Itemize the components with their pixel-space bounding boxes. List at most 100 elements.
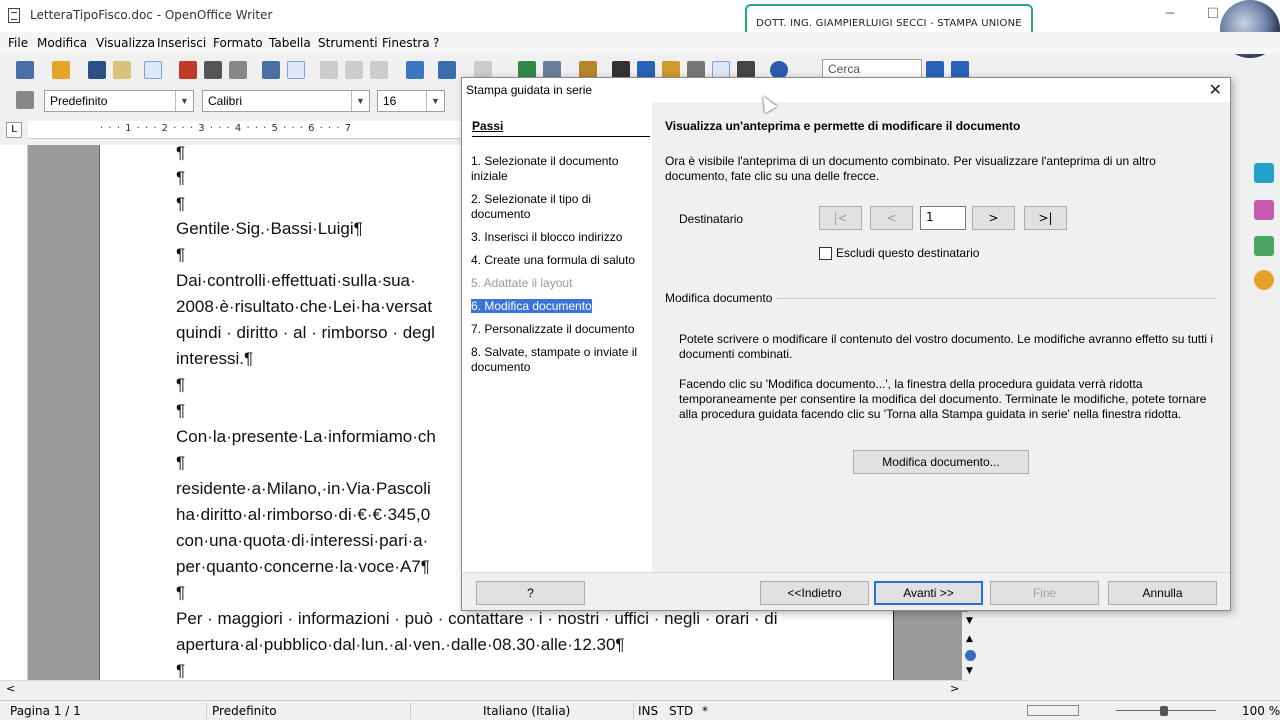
gallery-sidebar-icon[interactable]	[1254, 236, 1274, 256]
spellcheck-icon[interactable]	[262, 61, 280, 79]
page-style[interactable]: Predefinito	[212, 704, 277, 718]
step-1[interactable]: 1. Selezionate il documento iniziale	[471, 154, 647, 184]
paste-icon[interactable]	[370, 61, 388, 79]
edit-document-button[interactable]: Modifica documento...	[853, 450, 1029, 474]
export-pdf-icon[interactable]	[179, 61, 197, 79]
selection-mode[interactable]: STD	[669, 704, 693, 718]
finish-button[interactable]: Fine	[990, 581, 1099, 605]
vertical-ruler[interactable]	[0, 145, 28, 680]
document-line[interactable]: con·una·quota·di·interessi·pari·a·	[176, 531, 428, 551]
document-line[interactable]: ¶	[176, 194, 185, 214]
document-line[interactable]: ¶	[176, 245, 185, 265]
menu-tabella[interactable]: Tabella	[269, 36, 311, 50]
document-line[interactable]: Gentile·Sig.·Bassi·Luigi¶	[176, 219, 363, 239]
zoom-slider-thumb[interactable]	[1160, 706, 1168, 716]
help-button[interactable]: ?	[476, 581, 585, 605]
print-icon[interactable]	[204, 61, 222, 79]
menu-formato[interactable]: Formato	[213, 36, 263, 50]
font-size-value: 16	[383, 94, 397, 108]
exclude-recipient-checkbox[interactable]	[819, 247, 832, 260]
next-recipient-button[interactable]: >	[972, 206, 1015, 230]
step-3[interactable]: 3. Inserisci il blocco indirizzo	[471, 230, 647, 245]
cancel-button[interactable]: Annulla	[1108, 581, 1217, 605]
search-input[interactable]: Cerca	[822, 59, 922, 79]
paragraph-style-select[interactable]: Predefinito ▼	[44, 90, 194, 112]
menu-inserisci[interactable]: Inserisci	[157, 36, 206, 50]
document-line[interactable]: 2008·è·risultato·che·Lei·ha·versat	[176, 297, 432, 317]
step-heading: Visualizza un'anteprima e permette di mo…	[665, 119, 1021, 133]
document-line[interactable]: ¶	[176, 401, 185, 421]
step-6[interactable]: 6. Modifica documento	[471, 299, 647, 314]
first-recipient-button[interactable]: |<	[819, 206, 862, 230]
language-indicator[interactable]: Italiano (Italia)	[483, 704, 570, 718]
navigator-sidebar-icon[interactable]	[1254, 270, 1274, 290]
styles-icon[interactable]	[16, 91, 34, 109]
font-name-select[interactable]: Calibri ▼	[202, 90, 370, 112]
menu-file[interactable]: File	[8, 36, 28, 50]
previous-page-icon[interactable]: ▲	[966, 634, 973, 644]
zoom-level[interactable]: 100 %	[1242, 704, 1280, 718]
step-2[interactable]: 2. Selezionate il tipo di documento	[471, 192, 647, 222]
zoom-slider[interactable]	[1100, 704, 1230, 718]
next-page-icon[interactable]: ▼	[966, 666, 973, 676]
save-icon[interactable]	[88, 61, 106, 79]
section-title: Modifica documento	[665, 291, 773, 305]
horizontal-scrollbar[interactable]: < >	[0, 680, 968, 698]
document-line[interactable]: ¶	[176, 375, 185, 395]
document-line[interactable]: quindi · diritto · al · rimborso · degl	[176, 323, 435, 343]
cut-icon[interactable]	[320, 61, 338, 79]
clone-formatting-icon[interactable]	[406, 61, 424, 79]
step-8[interactable]: 8. Salvate, stampate o inviate il docume…	[471, 345, 647, 375]
menu-visualizza[interactable]: Visualizza	[96, 36, 155, 50]
document-line[interactable]: ¶	[176, 453, 185, 473]
document-line[interactable]: residente·a·Milano,·in·Via·Pascoli	[176, 479, 431, 499]
mail-merge-dialog: Stampa guidata in serie ✕ Passi 1. Selez…	[461, 77, 1231, 611]
document-line[interactable]: ¶	[176, 661, 185, 681]
recipient-number-field[interactable]: 1	[920, 206, 966, 230]
step-4[interactable]: 4. Create una formula di saluto	[471, 253, 647, 268]
document-line[interactable]: ¶	[176, 583, 185, 603]
horizontal-ruler[interactable]: · · · 1 · · · 2 · · · 3 · · · 4 · · · 5 …	[28, 121, 468, 139]
document-line[interactable]: ¶	[176, 168, 185, 188]
previous-recipient-button[interactable]: <	[870, 206, 913, 230]
menu-strumenti[interactable]: Strumenti	[318, 36, 378, 50]
view-layout-icon[interactable]	[1027, 705, 1079, 716]
document-line[interactable]: ¶	[176, 143, 185, 163]
menu-modifica[interactable]: Modifica	[37, 36, 87, 50]
menu-finestra[interactable]: Finestra	[382, 36, 430, 50]
step-7[interactable]: 7. Personalizzate il documento	[471, 322, 647, 337]
new-document-icon[interactable]	[16, 61, 34, 79]
document-line[interactable]: ha·diritto·al·rimborso·di·€·€·345,0	[176, 505, 430, 525]
open-folder-icon[interactable]	[52, 61, 70, 79]
scroll-right-icon[interactable]: >	[950, 682, 959, 695]
copy-icon[interactable]	[345, 61, 363, 79]
insert-mode[interactable]: INS	[638, 704, 658, 718]
divider	[777, 298, 1217, 299]
tab-stop-selector[interactable]: L	[6, 122, 22, 138]
next-button[interactable]: Avanti >>	[874, 581, 983, 605]
navigation-icon[interactable]	[965, 650, 976, 661]
menu-help[interactable]: ?	[433, 36, 439, 50]
document-line[interactable]: Con·la·presente·La·informiamo·ch	[176, 427, 436, 447]
scroll-down-icon[interactable]: ▼	[966, 616, 973, 626]
close-icon[interactable]: ✕	[1209, 80, 1222, 99]
undo-icon[interactable]	[438, 61, 456, 79]
document-line[interactable]: apertura·al·pubblico·dal·lun.·al·ven.·da…	[176, 635, 625, 655]
document-line[interactable]: Per · maggiori · informazioni · può · co…	[176, 609, 778, 629]
edit-mode-icon[interactable]	[144, 61, 162, 79]
minimize-button[interactable]: ─	[1160, 6, 1180, 26]
styles-sidebar-icon[interactable]	[1254, 200, 1274, 220]
document-line[interactable]: Dai·controlli·effettuati·sulla·sua·	[176, 271, 416, 291]
vertical-scrollbar[interactable]: ▼ ▲ ▼	[962, 612, 980, 680]
font-size-select[interactable]: 16 ▼	[377, 90, 445, 112]
scroll-left-icon[interactable]: <	[6, 682, 15, 695]
document-line[interactable]: per·quanto·concerne·la·voce·A7¶	[176, 557, 430, 577]
properties-icon[interactable]	[1254, 163, 1274, 183]
autospellcheck-icon[interactable]	[287, 61, 305, 79]
email-icon[interactable]	[113, 61, 131, 79]
print-preview-icon[interactable]	[229, 61, 247, 79]
document-line[interactable]: interessi.¶	[176, 349, 253, 369]
back-button[interactable]: <<Indietro	[760, 581, 869, 605]
last-recipient-button[interactable]: >|	[1024, 206, 1067, 230]
writer-document-icon	[8, 8, 20, 23]
